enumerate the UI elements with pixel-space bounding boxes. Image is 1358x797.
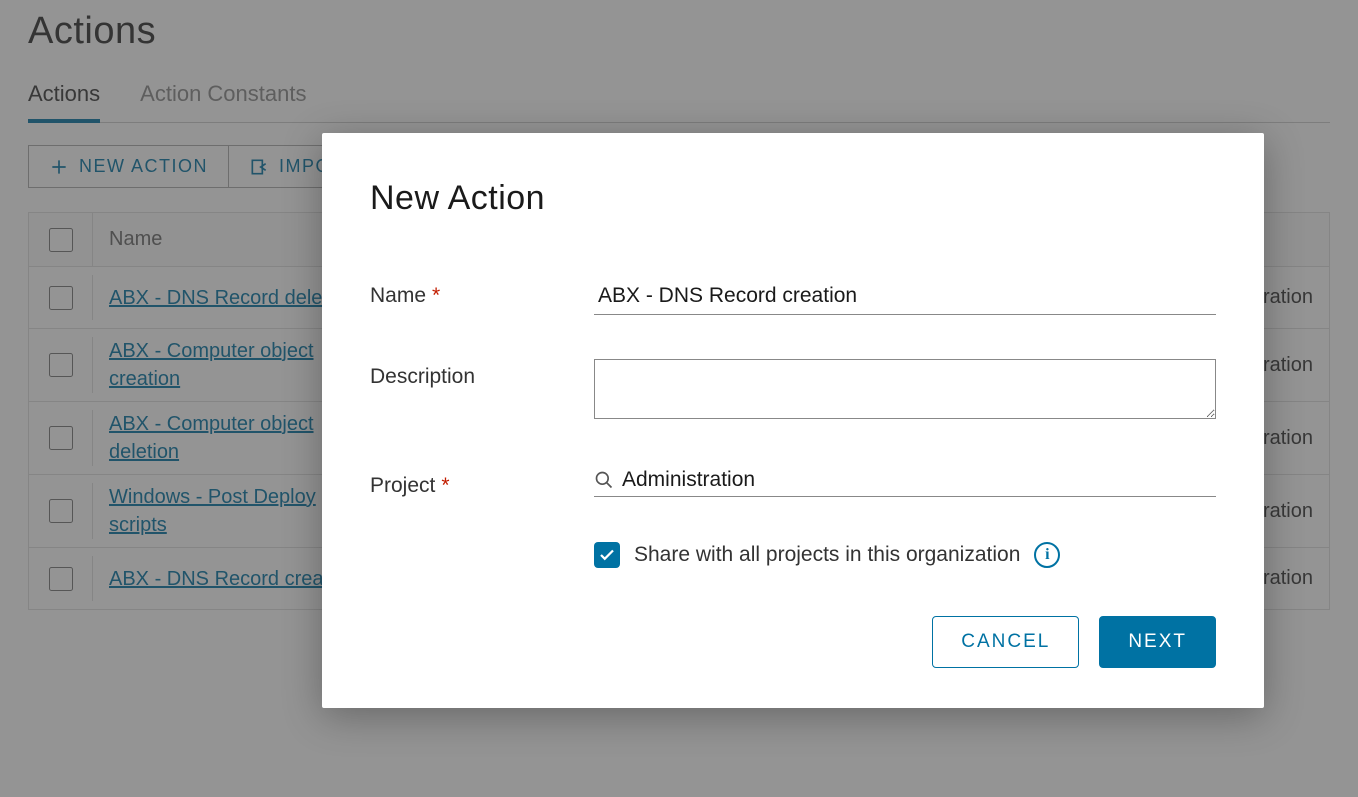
name-label: Name*	[370, 278, 594, 308]
share-label: Share with all projects in this organiza…	[634, 543, 1020, 567]
new-action-modal: New Action Name* Description Project* Sh…	[322, 133, 1264, 708]
next-button[interactable]: NEXT	[1099, 616, 1216, 668]
name-input[interactable]	[594, 278, 1216, 315]
modal-footer: CANCEL NEXT	[370, 616, 1216, 668]
search-icon	[594, 470, 614, 490]
project-label: Project*	[370, 468, 594, 498]
check-icon	[598, 546, 616, 564]
share-checkbox[interactable]	[594, 542, 620, 568]
description-label: Description	[370, 359, 594, 389]
info-icon[interactable]: i	[1034, 542, 1060, 568]
project-input[interactable]	[622, 468, 1216, 492]
description-textarea[interactable]	[594, 359, 1216, 419]
modal-title: New Action	[370, 179, 1216, 218]
cancel-button[interactable]: CANCEL	[932, 616, 1079, 668]
